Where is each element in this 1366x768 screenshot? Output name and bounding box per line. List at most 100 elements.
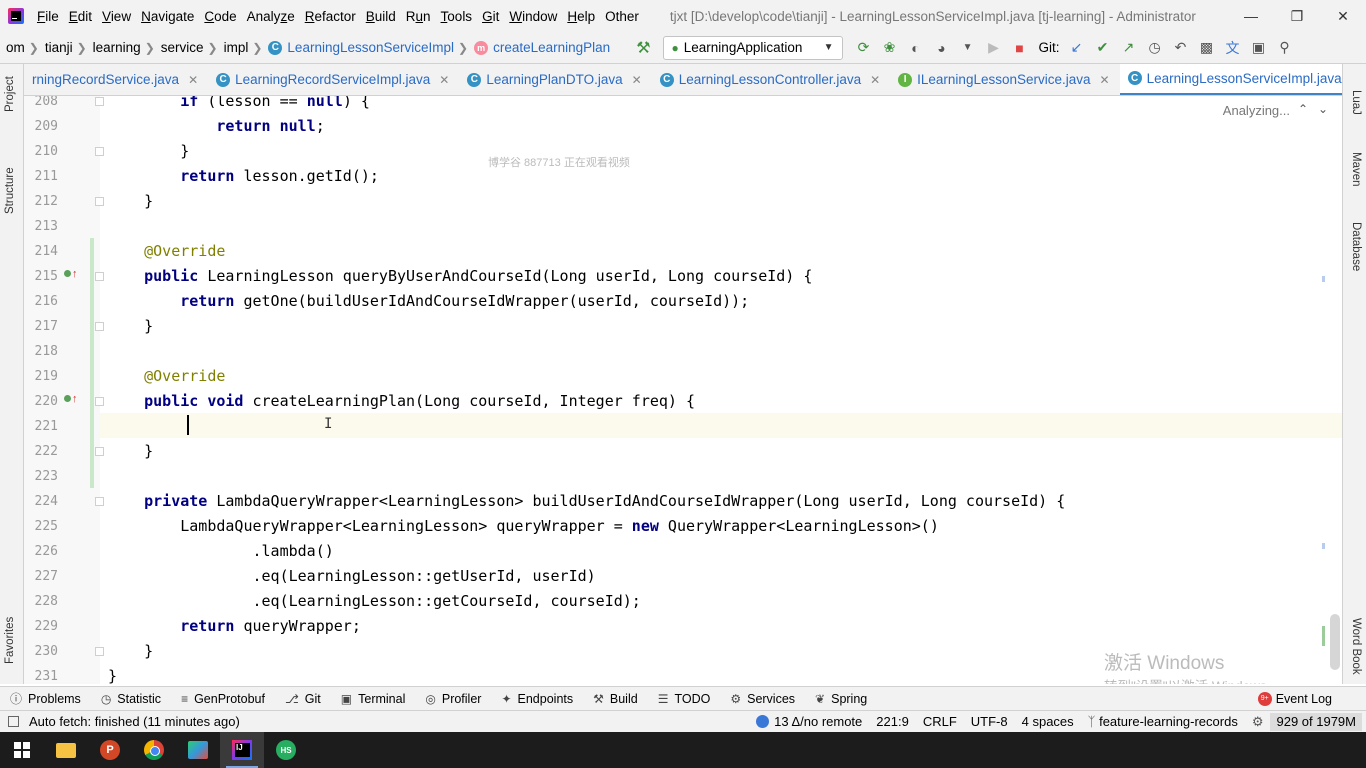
fold-marker-icon[interactable] bbox=[95, 97, 104, 106]
line-separator[interactable]: CRLF bbox=[916, 714, 964, 729]
structure-tool-tab[interactable]: Structure bbox=[4, 167, 16, 214]
line-number[interactable]: 221 bbox=[24, 414, 58, 439]
tool-window-services[interactable]: ⚙ Services bbox=[720, 692, 805, 706]
fold-marker-icon[interactable] bbox=[95, 497, 104, 506]
taskbar-file-explorer[interactable] bbox=[44, 732, 88, 768]
tool-window-git[interactable]: ⎇ Git bbox=[275, 692, 331, 706]
vertical-scrollbar[interactable] bbox=[1330, 614, 1340, 670]
editor-tab[interactable]: C LearningPlanDTO.java ✕ bbox=[459, 64, 651, 95]
search-everywhere-icon[interactable]: ⚲ bbox=[1272, 36, 1298, 60]
fold-marker-icon[interactable] bbox=[95, 447, 104, 456]
line-number[interactable]: 216 bbox=[24, 289, 58, 314]
status-message[interactable]: Auto fetch: finished (11 minutes ago) bbox=[29, 714, 240, 729]
tool-window-todo[interactable]: ☰ TODO bbox=[648, 692, 721, 706]
fold-marker-icon[interactable] bbox=[95, 397, 104, 406]
git-update-icon[interactable]: ↙ bbox=[1064, 36, 1090, 60]
line-number[interactable]: 208 bbox=[24, 96, 58, 114]
breadcrumb-service[interactable]: service bbox=[155, 40, 208, 55]
line-number[interactable]: 227 bbox=[24, 564, 58, 589]
taskbar-chrome[interactable] bbox=[132, 732, 176, 768]
event-log-button[interactable]: 9+ Event Log bbox=[1257, 691, 1366, 706]
fold-marker-icon[interactable] bbox=[95, 272, 104, 281]
breadcrumb-impl[interactable]: impl bbox=[218, 40, 253, 55]
line-number[interactable]: 210 bbox=[24, 139, 58, 164]
line-number[interactable]: 213 bbox=[24, 214, 58, 239]
tool-window-genprotobuf[interactable]: ≡ GenProtobuf bbox=[171, 692, 275, 706]
close-tab-icon[interactable]: ✕ bbox=[632, 73, 642, 87]
line-number[interactable]: 231 bbox=[24, 664, 58, 684]
debug-bug-icon[interactable]: ❀ bbox=[877, 36, 903, 60]
git-branch-widget[interactable]: ᛉ feature-learning-records bbox=[1081, 714, 1245, 729]
menu-window[interactable]: Window bbox=[504, 9, 562, 24]
line-number[interactable]: 217 bbox=[24, 314, 58, 339]
luaj-tool-tab[interactable]: LuaJ bbox=[1350, 90, 1362, 115]
menu-tools[interactable]: Tools bbox=[436, 9, 478, 24]
menu-git[interactable]: Git bbox=[477, 9, 504, 24]
menu-code[interactable]: Code bbox=[199, 9, 241, 24]
line-number[interactable]: 218 bbox=[24, 339, 58, 364]
close-tab-icon[interactable]: ✕ bbox=[870, 73, 880, 87]
favorites-tool-tab[interactable]: Favorites bbox=[4, 617, 16, 664]
tool-window-endpoints[interactable]: ✦ Endpoints bbox=[491, 692, 583, 706]
menu-file[interactable]: File bbox=[32, 9, 64, 24]
tool-window-terminal[interactable]: ▣ Terminal bbox=[331, 692, 416, 706]
stop-icon[interactable]: ■ bbox=[1007, 36, 1033, 60]
line-number[interactable]: 212 bbox=[24, 189, 58, 214]
menu-edit[interactable]: Edit bbox=[64, 9, 97, 24]
close-tab-icon[interactable]: ✕ bbox=[1100, 73, 1110, 87]
tool-window-statistic[interactable]: ◷ Statistic bbox=[91, 692, 171, 706]
run-configuration-selector[interactable]: ● LearningApplication ▼ bbox=[662, 35, 843, 60]
project-tool-tab[interactable]: Project bbox=[4, 76, 16, 112]
line-number[interactable]: 211 bbox=[24, 164, 58, 189]
file-encoding[interactable]: UTF-8 bbox=[964, 714, 1015, 729]
taskbar-powerpoint[interactable]: P bbox=[88, 732, 132, 768]
git-changes-widget[interactable]: 13 Δ/no remote bbox=[749, 714, 869, 729]
editor-tab[interactable]: C LearningRecordServiceImpl.java ✕ bbox=[208, 64, 459, 95]
line-number[interactable]: 215 bbox=[24, 264, 58, 289]
line-number[interactable]: 214 bbox=[24, 239, 58, 264]
menu-build[interactable]: Build bbox=[361, 9, 401, 24]
code-editor[interactable]: 208 if (lesson == null) {209 return null… bbox=[24, 96, 1342, 684]
line-number[interactable]: 224 bbox=[24, 489, 58, 514]
menu-view[interactable]: View bbox=[97, 9, 136, 24]
caret-position[interactable]: 221:9 bbox=[869, 714, 916, 729]
chevron-up-icon[interactable]: ⌃ bbox=[1298, 102, 1308, 116]
tool-windows-toggle-icon[interactable] bbox=[8, 716, 19, 727]
menu-run[interactable]: Run bbox=[401, 9, 436, 24]
presentation-icon[interactable]: ▣ bbox=[1246, 36, 1272, 60]
breadcrumb-learning[interactable]: learning bbox=[87, 40, 145, 55]
rerun-icon[interactable]: ⟳ bbox=[851, 36, 877, 60]
tool-window-profiler[interactable]: ◎ Profiler bbox=[415, 692, 491, 706]
breadcrumb-method[interactable]: m createLearningPlan bbox=[468, 40, 614, 55]
menu-refactor[interactable]: Refactor bbox=[300, 9, 361, 24]
more-run-chevron-icon[interactable]: ▼ bbox=[955, 36, 981, 60]
line-number[interactable]: 220 bbox=[24, 389, 58, 414]
taskbar-hs[interactable]: HS bbox=[264, 732, 308, 768]
fold-marker-icon[interactable] bbox=[95, 147, 104, 156]
restore-icon[interactable]: ❐ bbox=[1274, 0, 1320, 32]
database-tool-tab[interactable]: Database bbox=[1350, 222, 1362, 271]
close-window-icon[interactable]: ✕ bbox=[1320, 0, 1366, 32]
taskbar-intellij[interactable] bbox=[220, 732, 264, 768]
editor-tab[interactable]: C LearningLessonController.java ✕ bbox=[652, 64, 890, 95]
breadcrumb-root[interactable]: om bbox=[0, 40, 29, 55]
menu-other[interactable]: Other bbox=[600, 9, 644, 24]
line-number[interactable]: 223 bbox=[24, 464, 58, 489]
fold-marker-icon[interactable] bbox=[95, 197, 104, 206]
tool-window-problems[interactable]: ⓘ Problems bbox=[0, 690, 91, 707]
line-number[interactable]: 219 bbox=[24, 364, 58, 389]
line-number[interactable]: 230 bbox=[24, 639, 58, 664]
implements-method-icon[interactable]: ↑ bbox=[64, 268, 78, 280]
translate-icon[interactable]: 文 bbox=[1220, 36, 1246, 60]
breadcrumb-class[interactable]: C LearningLessonServiceImpl bbox=[262, 40, 458, 55]
memory-indicator[interactable]: 929 of 1979M bbox=[1270, 712, 1362, 731]
line-number[interactable]: 225 bbox=[24, 514, 58, 539]
tool-window-spring[interactable]: ❦ Spring bbox=[805, 692, 877, 706]
close-tab-icon[interactable]: ✕ bbox=[439, 73, 449, 87]
indent-setting[interactable]: 4 spaces bbox=[1015, 714, 1081, 729]
implements-method-icon[interactable]: ↑ bbox=[64, 393, 78, 405]
line-number[interactable]: 222 bbox=[24, 439, 58, 464]
line-number[interactable]: 209 bbox=[24, 114, 58, 139]
fold-marker-icon[interactable] bbox=[95, 647, 104, 656]
rollback-icon[interactable]: ↶ bbox=[1168, 36, 1194, 60]
